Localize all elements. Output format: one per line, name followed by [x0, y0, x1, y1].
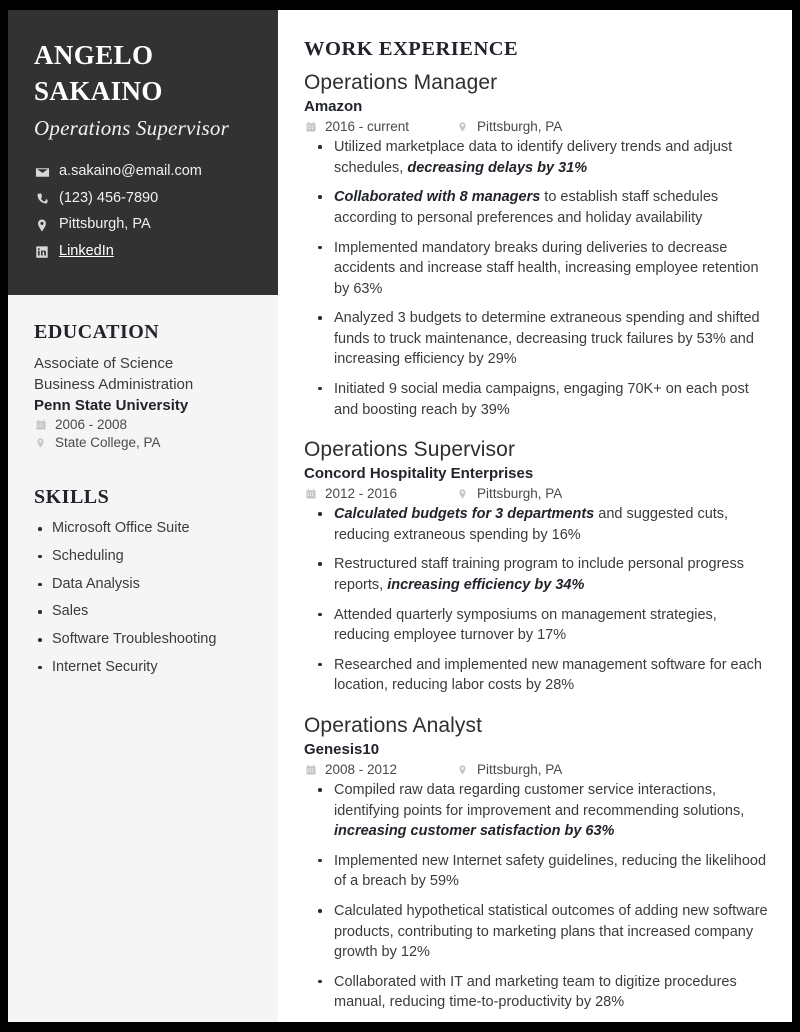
location-pin-icon — [34, 437, 47, 449]
candidate-first-name: ANGELO — [34, 40, 154, 70]
calendar-icon — [304, 764, 317, 776]
job-dates-value: 2012 - 2016 — [325, 486, 398, 502]
list-item: Calculated hypothetical statistical outc… — [304, 901, 768, 963]
location-pin-icon — [456, 488, 469, 500]
location-pin-icon — [456, 121, 469, 133]
skills-heading: SKILLS — [34, 486, 110, 509]
job-title: Operations Supervisor — [304, 438, 516, 462]
education-heading: EDUCATION — [34, 320, 160, 343]
job-meta: 2012 - 2016 Pittsburgh, PA — [304, 486, 768, 501]
job-dates-value: 2008 - 2012 — [325, 762, 398, 778]
job-bullet-list: Calculated budgets for 3 departments and… — [304, 504, 768, 696]
contact-location-value: Pittsburgh, PA — [59, 216, 151, 233]
job-entry: Operations Manager Amazon 2016 - current Pi… — [304, 70, 768, 420]
contact-linkedin-value[interactable]: LinkedIn — [59, 242, 114, 262]
job-meta: 2008 - 2012 Pittsburgh, PA — [304, 762, 768, 777]
list-item: Researched and implemented new managemen… — [304, 655, 768, 696]
bullet-emphasis: Calculated budgets for 3 departments — [334, 506, 595, 523]
job-dates: 2012 - 2016 — [304, 486, 456, 501]
list-item: Analyzed 3 budgets to determine extraneo… — [304, 308, 768, 370]
list-item: Utilized marketplace data to identify de… — [304, 137, 768, 178]
list-item: Initiated 9 social media campaigns, enga… — [304, 379, 768, 420]
job-location-value: Pittsburgh, PA — [477, 486, 563, 502]
job-location: Pittsburgh, PA — [456, 486, 562, 501]
job-bullet-list: Compiled raw data regarding customer ser… — [304, 780, 768, 1013]
calendar-icon — [304, 121, 317, 133]
calendar-icon — [304, 488, 317, 500]
work-experience-heading: WORK EXPERIENCE — [304, 38, 519, 60]
job-title: Operations Manager — [304, 71, 498, 94]
candidate-last-name: SAKAINO — [34, 75, 163, 106]
contact-phone-value: (123) 456-7890 — [59, 189, 159, 206]
education-degree-line2: Business Administration — [34, 375, 194, 393]
resume-page: ANGELO SAKAINO Operations Supervisor a.s… — [8, 10, 792, 1022]
job-entry: Operations Supervisor Concord Hospitality… — [304, 437, 768, 696]
calendar-icon — [34, 419, 47, 431]
list-item: Scheduling — [34, 546, 252, 568]
list-item: Internet Security — [34, 657, 252, 679]
job-title: Operations Analyst — [304, 713, 483, 737]
bullet-emphasis: Collaborated with 8 managers — [334, 189, 541, 206]
job-bullet-list: Utilized marketplace data to identify de… — [304, 137, 768, 420]
list-item: Calculated budgets for 3 departments and… — [304, 504, 768, 545]
skills-section: SKILLS Microsoft Office Suite Scheduling… — [34, 486, 252, 679]
list-item: Implemented mandatory breaks during deli… — [304, 238, 768, 300]
contact-list: a.sakaino@email.com (123) 456-7890 Pitts… — [34, 162, 252, 261]
sidebar-body: EDUCATION Associate of Science Business … — [8, 295, 278, 1023]
education-location: State College, PA — [34, 435, 252, 450]
education-degree-line1: Associate of Science — [34, 354, 174, 372]
list-item: Microsoft Office Suite — [34, 518, 252, 540]
education-dates: 2006 - 2008 — [34, 417, 252, 432]
job-location-value: Pittsburgh, PA — [477, 119, 563, 135]
job-dates: 2016 - current — [304, 119, 456, 134]
contact-location: Pittsburgh, PA — [34, 215, 252, 235]
main-column: WORK EXPERIENCE Operations Manager Amazon… — [278, 10, 792, 1022]
contact-phone: (123) 456-7890 — [34, 189, 252, 209]
contact-email: a.sakaino@email.com — [34, 162, 252, 182]
job-location: Pittsburgh, PA — [456, 119, 562, 134]
list-item: Data Analysis — [34, 574, 252, 596]
bullet-emphasis: increasing efficiency by 34% — [387, 577, 585, 594]
list-item: Software Troubleshooting — [34, 629, 252, 651]
job-company: Amazon — [304, 98, 363, 116]
job-location: Pittsburgh, PA — [456, 762, 562, 777]
list-item: Restructured staff training program to i… — [304, 554, 768, 595]
skills-list: Microsoft Office Suite Scheduling Data A… — [34, 518, 252, 679]
list-item: Collaborated with IT and marketing team … — [304, 972, 768, 1013]
job-meta: 2016 - current Pittsburgh, PA — [304, 119, 768, 134]
phone-icon — [34, 191, 50, 206]
education-section: EDUCATION Associate of Science Business … — [34, 321, 252, 451]
list-item: Compiled raw data regarding customer ser… — [304, 780, 768, 842]
contact-email-value: a.sakaino@email.com — [59, 163, 202, 180]
sidebar-header: ANGELO SAKAINO Operations Supervisor a.s… — [8, 10, 278, 295]
bullet-emphasis: decreasing delays by 31% — [407, 159, 588, 176]
list-item: Sales — [34, 601, 252, 623]
envelope-icon — [34, 165, 50, 180]
job-company: Concord Hospitality Enterprises — [304, 465, 534, 483]
job-dates-value: 2016 - current — [325, 119, 410, 135]
linkedin-icon — [34, 245, 50, 259]
job-dates: 2008 - 2012 — [304, 762, 456, 777]
job-entry: Operations Analyst Genesis10 2008 - 2012 Pi… — [304, 713, 768, 1013]
candidate-headline: Operations Supervisor — [34, 116, 229, 141]
job-company: Genesis10 — [304, 741, 380, 759]
education-dates-value: 2006 - 2008 — [55, 417, 128, 433]
education-location-value: State College, PA — [55, 435, 161, 451]
list-item: Collaborated with 8 managers to establis… — [304, 187, 768, 228]
job-list: Operations Manager Amazon 2016 - current Pi… — [304, 70, 768, 1013]
list-item: Attended quarterly symposiums on managem… — [304, 605, 768, 646]
list-item: Implemented new Internet safety guidelin… — [304, 851, 768, 892]
education-school: Penn State University — [34, 397, 189, 415]
location-pin-icon — [34, 218, 50, 233]
bullet-emphasis: increasing customer satisfaction by 63% — [334, 823, 615, 840]
location-pin-icon — [456, 764, 469, 776]
contact-linkedin[interactable]: LinkedIn — [34, 242, 252, 262]
job-location-value: Pittsburgh, PA — [477, 762, 563, 778]
sidebar: ANGELO SAKAINO Operations Supervisor a.s… — [8, 10, 278, 1022]
